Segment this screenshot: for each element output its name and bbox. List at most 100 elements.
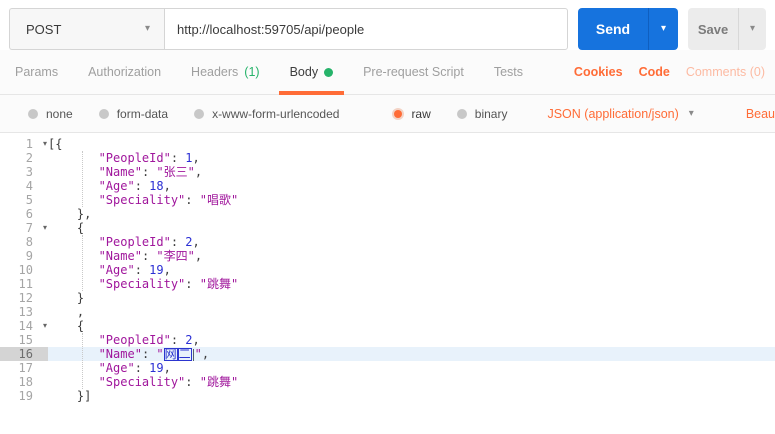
code-text[interactable]: {	[48, 221, 775, 235]
code-line[interactable]: 3 "Name": "张三",	[0, 165, 775, 179]
code-text[interactable]: }]	[48, 389, 775, 403]
code-text[interactable]: "PeopleId": 2,	[48, 235, 775, 249]
code-text[interactable]: ,	[48, 305, 775, 319]
code-text[interactable]: "Age": 19,	[48, 361, 775, 375]
code-text[interactable]: },	[48, 207, 775, 221]
token: ,	[194, 165, 203, 179]
code-line[interactable]: 16 "Name": "网二 ",	[0, 347, 775, 361]
mode-label: form-data	[116, 106, 169, 121]
line-number: 9	[25, 249, 33, 263]
code-line[interactable]: 14 ▾ {	[0, 319, 775, 333]
content-type-select[interactable]: JSON (application/json) ▾	[547, 107, 693, 121]
tab-label: Params	[15, 65, 59, 79]
code-text[interactable]: [{	[48, 137, 775, 151]
radio-icon	[194, 108, 205, 119]
line-number: 6	[25, 207, 33, 221]
code-text[interactable]: "Name": "张三",	[48, 165, 775, 179]
raw-body-editor[interactable]: 1 ▾[{2 "PeopleId": 1, 3 "Name": "张三", 4 "Ag…	[0, 133, 775, 425]
fold-arrow-icon[interactable]: ▾	[43, 319, 47, 333]
beautify-link[interactable]: Beautify	[746, 107, 775, 121]
code-line[interactable]: 7 ▾ {	[0, 221, 775, 235]
token: 19	[149, 263, 164, 277]
body-mode-raw[interactable]: raw	[393, 107, 431, 121]
radio-icon	[28, 108, 38, 119]
code-line[interactable]: 12 }	[0, 291, 775, 305]
tab-body[interactable]: Body	[275, 50, 349, 95]
code-line[interactable]: 1 ▾[{	[0, 137, 775, 151]
code-line[interactable]: 15 "PeopleId": 2,	[0, 333, 775, 347]
headers-count-badge: (1)	[244, 65, 260, 79]
code-line[interactable]: 5 "Speciality": "唱歌"	[0, 193, 775, 207]
code-line[interactable]: 8 "PeopleId": 2,	[0, 235, 775, 249]
body-mode-binary[interactable]: binary	[456, 107, 507, 121]
token: "Name"	[98, 347, 142, 361]
code-text[interactable]: "Age": 18,	[48, 179, 775, 193]
code-line[interactable]: 10 "Age": 19,	[0, 263, 775, 277]
fold-arrow-icon[interactable]: ▾	[43, 221, 47, 235]
line-number: 16	[0, 347, 48, 361]
line-number: 2	[25, 151, 33, 165]
code-line[interactable]: 17 "Age": 19,	[0, 361, 775, 375]
tab-links: Cookies Code Comments (0)	[574, 50, 765, 94]
tab-tests[interactable]: Tests	[479, 50, 538, 94]
code-text[interactable]: "PeopleId": 1,	[48, 151, 775, 165]
mode-label: none	[46, 106, 73, 121]
token: :	[170, 333, 186, 347]
chevron-down-icon: ▾	[660, 23, 667, 34]
token: :	[185, 277, 200, 291]
tab-headers[interactable]: Headers (1)	[176, 50, 275, 94]
token: "Name"	[98, 249, 142, 263]
token: :	[185, 375, 200, 389]
code-link[interactable]: Code	[639, 65, 670, 79]
token: "Speciality"	[98, 277, 186, 291]
body-mode-none[interactable]: none	[28, 107, 73, 121]
token: ,	[201, 347, 210, 361]
code-text[interactable]: "Speciality": "跳舞"	[48, 375, 775, 389]
token: "Age"	[98, 179, 135, 193]
comments-0-link[interactable]: Comments (0)	[686, 65, 765, 79]
tab-params[interactable]: Params	[0, 50, 73, 94]
method-select[interactable]: POST ▾	[9, 8, 164, 50]
code-line[interactable]: 19 }]	[0, 389, 775, 403]
code-text[interactable]: "Name": "网二 ",	[48, 347, 775, 361]
tab-pre-request-script[interactable]: Pre-request Script	[348, 50, 479, 94]
token: "张三"	[156, 165, 195, 179]
token: 1	[185, 151, 193, 165]
code-line[interactable]: 6 },	[0, 207, 775, 221]
code-line[interactable]: 2 "PeopleId": 1,	[0, 151, 775, 165]
fold-arrow-icon[interactable]: ▾	[43, 137, 47, 151]
code-text[interactable]: "Speciality": "唱歌"	[48, 193, 775, 207]
code-text[interactable]: "PeopleId": 2,	[48, 333, 775, 347]
save-button[interactable]: Save	[688, 8, 738, 50]
save-options-button[interactable]: ▾	[738, 8, 766, 50]
token: ,	[163, 263, 171, 277]
token: {	[48, 319, 85, 333]
code-text[interactable]: "Name": "李四",	[48, 249, 775, 263]
code-text[interactable]: }	[48, 291, 775, 305]
code-line[interactable]: 13 ,	[0, 305, 775, 319]
cookies-link[interactable]: Cookies	[574, 65, 623, 79]
code-line[interactable]: 9 "Name": "李四",	[0, 249, 775, 263]
line-number: 10	[18, 263, 33, 277]
token: "跳舞"	[199, 375, 239, 389]
url-input[interactable]	[164, 8, 568, 50]
token: :	[141, 347, 157, 361]
tab-authorization[interactable]: Authorization	[73, 50, 176, 94]
send-options-button[interactable]: ▾	[648, 8, 678, 50]
code-text[interactable]: "Speciality": "跳舞"	[48, 277, 775, 291]
body-mode-x-www-form-urlencoded[interactable]: x-www-form-urlencoded	[194, 107, 339, 121]
code-text[interactable]: {	[48, 319, 775, 333]
code-line[interactable]: 18 "Speciality": "跳舞"	[0, 375, 775, 389]
code-text[interactable]: "Age": 19,	[48, 263, 775, 277]
line-number: 14 ▾	[18, 319, 47, 333]
token: }]	[48, 389, 92, 403]
code-line[interactable]: 4 "Age": 18,	[0, 179, 775, 193]
send-button[interactable]: Send	[578, 8, 648, 50]
body-mode-form-data[interactable]: form-data	[98, 106, 169, 121]
radio-icon	[456, 108, 467, 119]
code-line[interactable]: 11 "Speciality": "跳舞"	[0, 277, 775, 291]
